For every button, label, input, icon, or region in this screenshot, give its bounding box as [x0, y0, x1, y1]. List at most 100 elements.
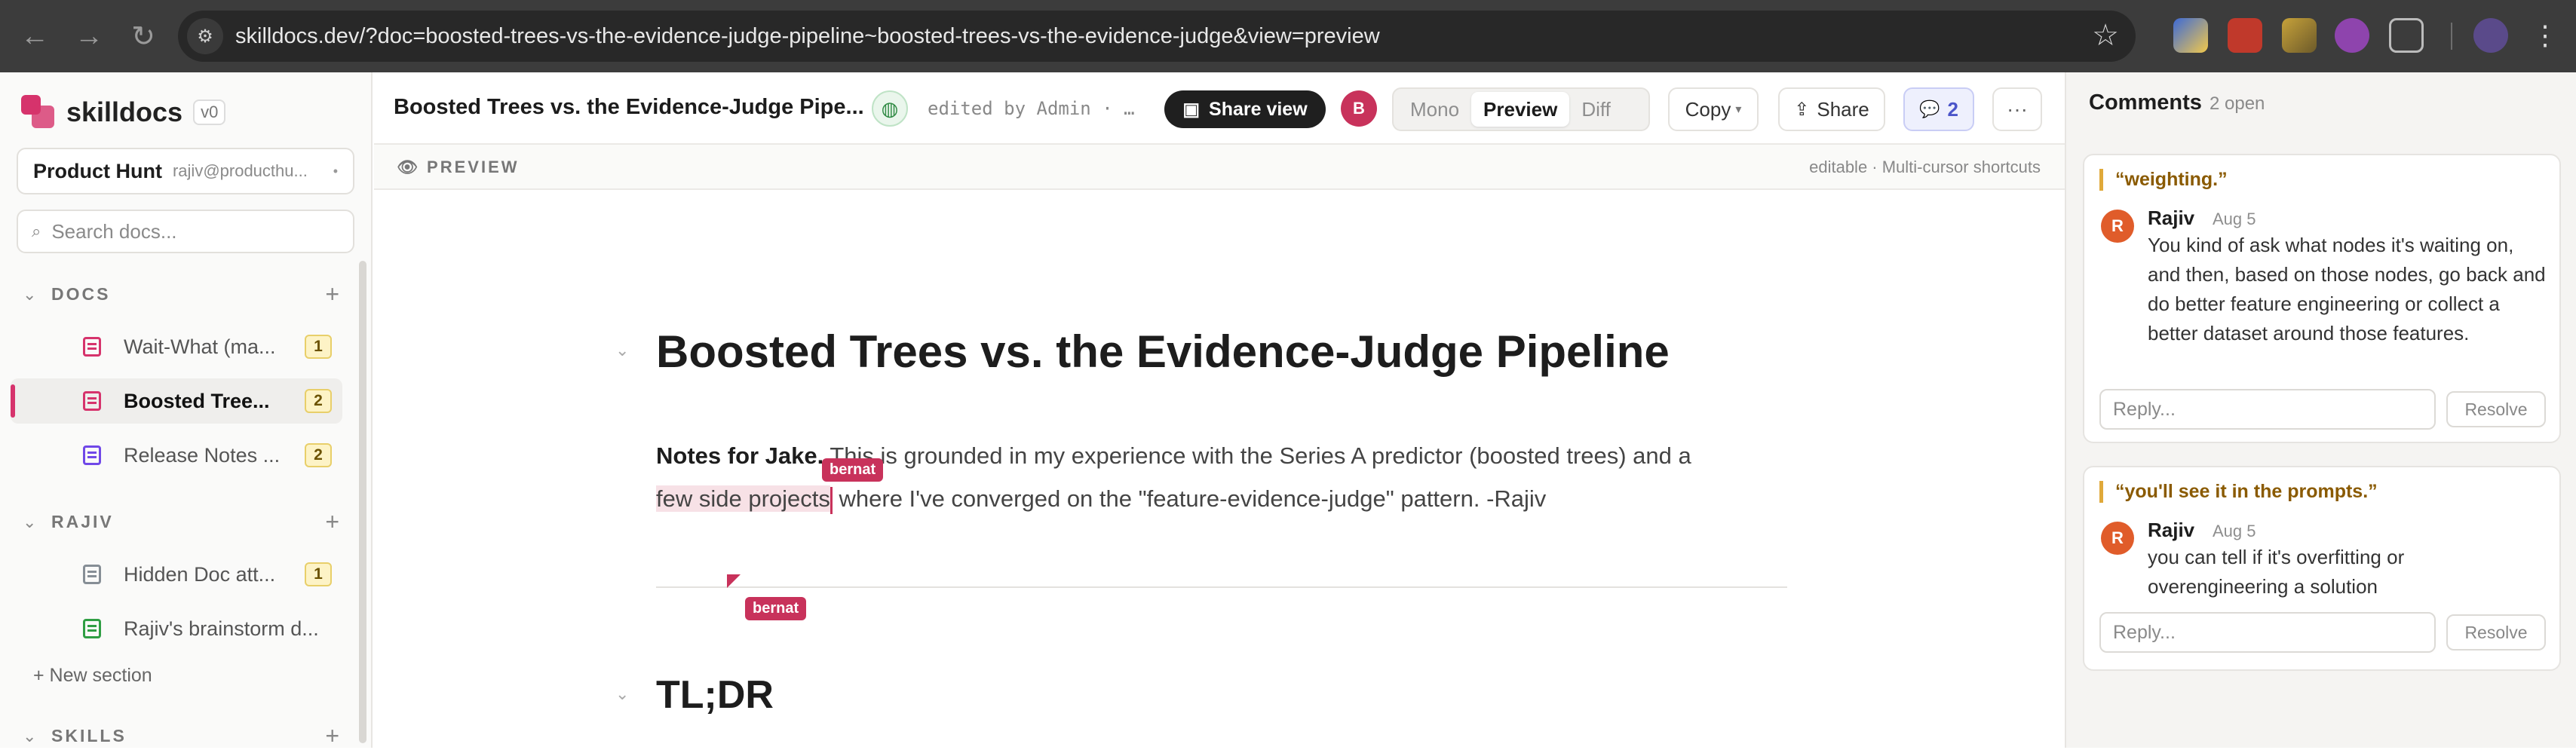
share-button[interactable]: ⇪ Share	[1778, 87, 1885, 131]
highlighted-text: few side projects	[656, 485, 830, 512]
version-badge: v0	[193, 99, 226, 125]
share-view-button[interactable]: ▣ Share view	[1164, 90, 1326, 128]
doc-icon	[83, 337, 101, 357]
extension-icon-1[interactable]	[2173, 18, 2208, 53]
back-icon[interactable]: ←	[8, 9, 62, 63]
extension-icon-4[interactable]	[2335, 18, 2369, 53]
avatar[interactable]: B	[1341, 90, 1377, 127]
document-body: ⌄ Boosted Trees vs. the Evidence-Judge P…	[374, 190, 2065, 748]
comment-date: Aug 5	[2213, 522, 2256, 540]
sidebar-item-wait-what[interactable]: Wait-What (ma... 1	[11, 324, 342, 369]
globe-icon[interactable]: ◍	[872, 90, 908, 127]
preview-bar: 👁 PREVIEW editable · Multi-cursor shortc…	[374, 145, 2065, 190]
reply-input[interactable]: Reply...	[2099, 389, 2436, 430]
preview-label: 👁 PREVIEW	[397, 158, 520, 176]
add-doc-icon[interactable]: +	[325, 280, 339, 308]
doc-icon	[83, 619, 101, 638]
comment-text: You kind of ask what nodes it's waiting …	[2148, 234, 2546, 344]
doc-heading[interactable]: Boosted Trees vs. the Evidence-Judge Pip…	[656, 326, 1670, 378]
comment-icon: 💬	[1919, 99, 1940, 118]
comment-date: Aug 5	[2213, 210, 2256, 228]
para-text-2: where I've converged on the "feature-evi…	[832, 485, 1547, 512]
comment-count: 2	[1947, 97, 1958, 121]
tab-mono[interactable]: Mono	[1398, 92, 1471, 127]
para-text-1: This is grounded in my experience with t…	[823, 442, 1691, 469]
resolve-button[interactable]: Resolve	[2446, 614, 2546, 651]
extension-icon-3[interactable]	[2282, 18, 2317, 53]
search-docs[interactable]: ⌕ Search docs...	[17, 210, 354, 253]
browser-chrome: ← → ↻ ⚙ skilldocs.dev/?doc=boosted-trees…	[0, 0, 2576, 72]
comments-panel: Comments 2 open “weighting.” R Rajiv Aug…	[2065, 72, 2576, 748]
add-doc-icon[interactable]: +	[325, 508, 339, 536]
new-section-button[interactable]: + New section	[33, 665, 152, 687]
sidebar-item-boosted-trees[interactable]: Boosted Tree... 2	[11, 378, 342, 424]
sidebar-item-label: Rajiv's brainstorm d...	[124, 617, 319, 640]
profile-avatar[interactable]	[2473, 18, 2508, 53]
forward-icon[interactable]: →	[62, 9, 116, 63]
tab-diff[interactable]: Diff	[1569, 92, 1623, 127]
chevron-down-icon[interactable]: ⌄	[23, 513, 41, 532]
reload-icon[interactable]: ↻	[116, 9, 170, 63]
fold-chevron-icon[interactable]: ⌄	[615, 684, 629, 704]
remote-pointer-icon	[727, 574, 741, 588]
sidebar-scrollbar[interactable]	[359, 261, 366, 743]
comment-count-badge: 2	[305, 443, 332, 467]
section-label: SKILLS	[51, 726, 127, 745]
active-indicator	[11, 384, 15, 418]
workspace-menu-icon[interactable]: •	[333, 164, 338, 179]
bookmark-star-icon[interactable]: ☆	[2092, 18, 2119, 53]
share-label: Share	[1817, 97, 1869, 121]
comment-text: you can tell if it's overfitting or over…	[2148, 546, 2405, 598]
comment-quote: “you'll see it in the prompts.”	[2099, 481, 2378, 503]
toolbar-divider	[2451, 23, 2452, 50]
upload-icon: ⇪	[1794, 99, 1810, 120]
workspace-email: rajiv@producthu...	[172, 161, 308, 180]
comments-toggle-button[interactable]: 💬 2	[1903, 87, 1974, 131]
tab-preview[interactable]: Preview	[1471, 92, 1570, 127]
comment-thread[interactable]: “weighting.” R Rajiv Aug 5 You kind of a…	[2083, 154, 2561, 443]
resolve-button[interactable]: Resolve	[2446, 391, 2546, 427]
chevron-down-icon[interactable]: ⌄	[23, 285, 41, 305]
sidebar-item-label: Release Notes ...	[124, 443, 281, 467]
site-settings-icon[interactable]: ⚙	[187, 18, 223, 54]
brand-name: skilldocs	[66, 96, 183, 127]
comment-count-badge: 2	[305, 389, 332, 413]
logo-icon	[21, 95, 56, 130]
browser-menu-icon[interactable]: ⋮	[2528, 18, 2562, 53]
doc-title[interactable]: Boosted Trees vs. the Evidence-Judge Pip…	[394, 95, 864, 120]
sidebar-item-release-notes[interactable]: Release Notes ... 2	[11, 433, 342, 478]
extension-icon-2[interactable]	[2228, 18, 2262, 53]
remote-pointer-label: bernat	[745, 597, 807, 620]
more-options-button[interactable]: ···	[1992, 87, 2042, 131]
workspace-name: Product Hunt	[33, 159, 162, 182]
sidebar-item-label: Boosted Tree...	[124, 389, 270, 412]
doc-heading-2[interactable]: TL;DR	[656, 672, 774, 718]
url-text[interactable]: skilldocs.dev/?doc=boosted-trees-vs-the-…	[235, 24, 1380, 49]
remote-cursor-label: bernat	[822, 458, 884, 482]
comment-count-badge: 1	[305, 562, 332, 586]
address-bar[interactable]: ⚙ skilldocs.dev/?doc=boosted-trees-vs-th…	[178, 11, 2136, 62]
brand[interactable]: skilldocs v0	[21, 95, 226, 130]
chevron-down-icon[interactable]: ⌄	[23, 727, 41, 746]
reply-input[interactable]: Reply...	[2099, 612, 2436, 653]
extensions-puzzle-icon[interactable]	[2389, 18, 2424, 53]
section-rajiv[interactable]: ⌄ RAJIV +	[23, 508, 339, 536]
chevron-down-icon: ▾	[1735, 103, 1742, 116]
comment-thread[interactable]: “you'll see it in the prompts.” R Rajiv …	[2083, 466, 2561, 671]
doc-icon	[83, 565, 101, 584]
search-icon: ⌕	[32, 222, 41, 240]
doc-icon	[83, 391, 101, 411]
comments-open-count: 2 open	[2210, 93, 2265, 114]
add-doc-icon[interactable]: +	[325, 722, 339, 750]
fold-chevron-icon[interactable]: ⌄	[615, 341, 629, 360]
sidebar-item-hidden-doc[interactable]: Hidden Doc att... 1	[11, 552, 342, 597]
section-docs[interactable]: ⌄ DOCS +	[23, 280, 339, 308]
sidebar-item-rajiv-brainstorm[interactable]: Rajiv's brainstorm d...	[11, 606, 342, 651]
section-skills[interactable]: ⌄ SKILLS +	[23, 722, 339, 750]
search-input[interactable]: Search docs...	[51, 220, 176, 243]
share-view-label: Share view	[1209, 98, 1308, 120]
copy-button[interactable]: Copy ▾	[1668, 87, 1759, 131]
workspace-switcher[interactable]: Product Hunt rajiv@producthu... •	[17, 148, 354, 194]
copy-label: Copy	[1685, 97, 1731, 121]
section-label: RAJIV	[51, 512, 114, 531]
